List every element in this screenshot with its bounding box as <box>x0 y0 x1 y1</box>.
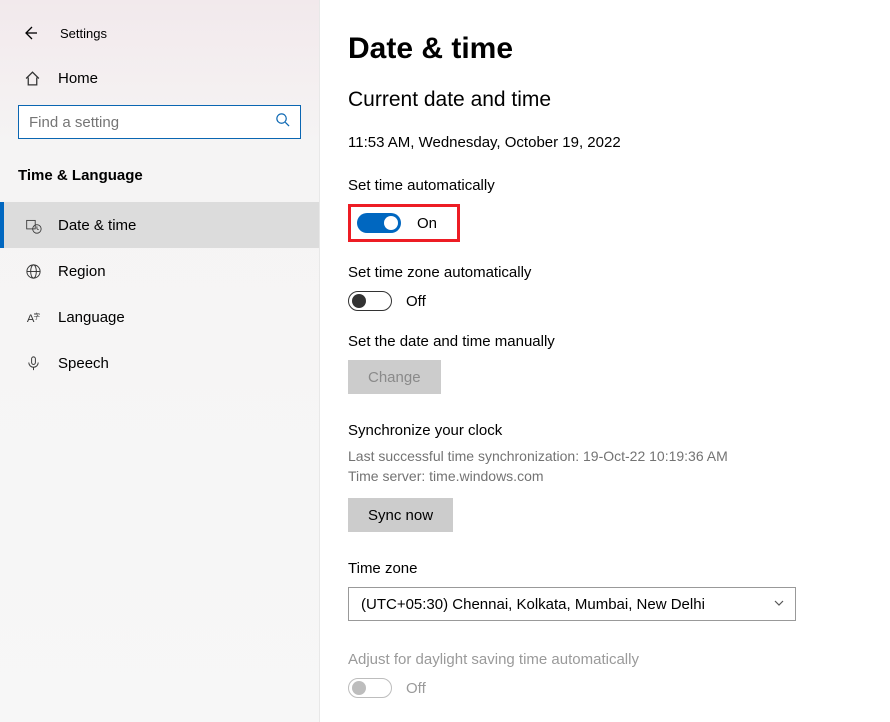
sidebar-nav: Date & time Region A字 Language Speech <box>0 202 319 386</box>
home-icon <box>24 70 42 87</box>
toggle-set-time-auto[interactable] <box>357 213 401 233</box>
language-a-icon: A字 <box>24 309 42 326</box>
main-content: Date & time Current date and time 11:53 … <box>320 0 890 722</box>
titlebar: Settings <box>0 12 319 54</box>
back-button[interactable] <box>18 21 42 45</box>
toggle-knob <box>352 681 366 695</box>
highlight-set-time-auto: On <box>348 204 460 242</box>
clock-calendar-icon <box>24 217 42 234</box>
nav-item-label: Region <box>58 263 106 280</box>
row-dst: Off <box>348 678 862 698</box>
current-datetime-value: 11:53 AM, Wednesday, October 19, 2022 <box>348 134 862 151</box>
label-set-manually: Set the date and time manually <box>348 333 862 350</box>
search-container <box>0 97 319 151</box>
label-sync-clock: Synchronize your clock <box>348 422 862 439</box>
nav-item-label: Speech <box>58 355 109 372</box>
nav-item-date-time[interactable]: Date & time <box>0 202 319 248</box>
nav-home[interactable]: Home <box>0 60 319 97</box>
toggle-dst <box>348 678 392 698</box>
search-input[interactable] <box>29 114 275 131</box>
microphone-icon <box>24 355 42 372</box>
nav-item-region[interactable]: Region <box>0 248 319 294</box>
sidebar-section-title: Time & Language <box>0 151 319 198</box>
arrow-left-icon <box>22 25 38 41</box>
toggle-dst-state: Off <box>406 680 426 697</box>
toggle-knob <box>352 294 366 308</box>
timezone-value: (UTC+05:30) Chennai, Kolkata, Mumbai, Ne… <box>361 596 705 613</box>
timezone-select[interactable]: (UTC+05:30) Chennai, Kolkata, Mumbai, Ne… <box>348 587 796 621</box>
globe-icon <box>24 263 42 280</box>
nav-home-label: Home <box>58 70 98 87</box>
toggle-set-tz-auto[interactable] <box>348 291 392 311</box>
nav-item-label: Date & time <box>58 217 136 234</box>
chevron-down-icon <box>773 596 785 613</box>
toggle-set-time-auto-state: On <box>417 215 437 232</box>
sync-last: Last successful time synchronization: 19… <box>348 447 862 467</box>
toggle-knob <box>384 216 398 230</box>
nav-item-language[interactable]: A字 Language <box>0 294 319 340</box>
settings-sidebar: Settings Home Time & Language Date & tim… <box>0 0 320 722</box>
search-icon <box>275 112 290 132</box>
nav-item-label: Language <box>58 309 125 326</box>
sync-server: Time server: time.windows.com <box>348 467 862 487</box>
change-button: Change <box>348 360 441 394</box>
label-dst: Adjust for daylight saving time automati… <box>348 651 862 668</box>
toggle-set-tz-auto-state: Off <box>406 293 426 310</box>
app-title: Settings <box>60 26 107 41</box>
sync-now-button[interactable]: Sync now <box>348 498 453 532</box>
page-title: Date & time <box>348 32 862 66</box>
search-box[interactable] <box>18 105 301 139</box>
section-current-datetime: Current date and time <box>348 88 862 112</box>
sync-info: Last successful time synchronization: 19… <box>348 447 862 486</box>
row-set-tz-auto: Off <box>348 291 862 311</box>
label-timezone: Time zone <box>348 560 862 577</box>
nav-item-speech[interactable]: Speech <box>0 340 319 386</box>
label-set-tz-auto: Set time zone automatically <box>348 264 862 281</box>
svg-text:字: 字 <box>33 311 40 320</box>
label-set-time-auto: Set time automatically <box>348 177 862 194</box>
